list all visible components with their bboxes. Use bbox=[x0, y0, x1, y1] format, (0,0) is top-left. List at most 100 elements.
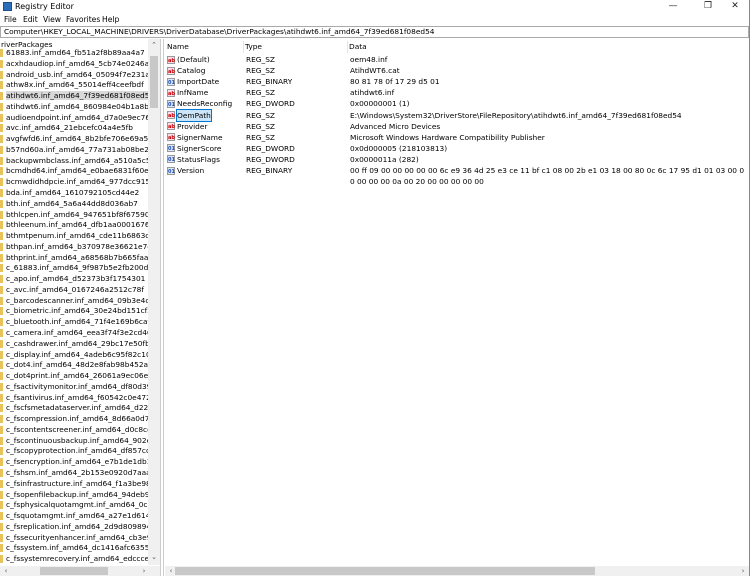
value-row[interactable]: ab SignerName REG_SZ Microsoft Windows Hard… bbox=[164, 132, 750, 143]
tree-item[interactable]: bcmdhd64.inf_amd64_e0bae6831f60ea5f bbox=[0, 166, 148, 177]
value-row[interactable]: ab Catalog REG_SZ AtihdWT6.cat bbox=[164, 65, 750, 76]
value-row[interactable]: ab InfName REG_SZ atihdwt6.inf bbox=[164, 87, 750, 98]
tree-item[interactable]: c_fscopyprotection.inf_amd64_df857cc1c41… bbox=[0, 446, 148, 457]
folder-icon bbox=[0, 285, 3, 294]
tree-item[interactable]: avc.inf_amd64_21ebcefc04a4e5fb bbox=[0, 123, 148, 134]
tree-item[interactable]: atihdwt6.inf_amd64_860984e04b1a8b0f bbox=[0, 102, 148, 113]
tree-item[interactable]: bda.inf_amd64_1610792105cd44e2 bbox=[0, 188, 148, 199]
tree-item[interactable]: c_biometric.inf_amd64_30e24bd151cf211a bbox=[0, 306, 148, 317]
value-row[interactable]: 01 SignerScore REG_DWORD 0x0d000005 (218103… bbox=[164, 143, 750, 154]
tree-item[interactable]: bthprint.inf_amd64_a68568b7b665faa4 bbox=[0, 253, 148, 264]
tree-item[interactable]: c_display.inf_amd64_4adeb6c95f82c100 bbox=[0, 350, 148, 361]
string-value-icon: ab bbox=[167, 111, 175, 119]
scroll-right-icon[interactable]: › bbox=[138, 567, 150, 575]
tree-item[interactable]: bthmtpenum.inf_amd64_cde11b6863c71403 bbox=[0, 231, 148, 242]
tree-item[interactable]: bthleenum.inf_amd64_dfb1aa0001676 4af bbox=[0, 220, 148, 231]
tree-item[interactable]: c_avc.inf_amd64_0167246a2512c78f bbox=[0, 285, 148, 296]
tree-scroll-thumb[interactable] bbox=[150, 56, 158, 108]
tree-item[interactable]: c_fsreplication.inf_amd64_2d9d80989455aa… bbox=[0, 522, 148, 533]
value-data: AtihdWT6.cat bbox=[350, 66, 400, 76]
value-row[interactable]: 01 Version REG_BINARY 00 ff 09 00 00 00 00 … bbox=[164, 165, 750, 186]
tree-item-label: c_fssecurityenhancer.inf_amd64_cb3e97042… bbox=[6, 532, 148, 542]
tree-item[interactable]: athw8x.inf_amd64_55014eff4ceefbdf bbox=[0, 80, 148, 91]
scroll-up-icon[interactable]: ⌃ bbox=[148, 41, 160, 49]
value-data: 0x00000001 (1) bbox=[350, 99, 410, 109]
tree-item[interactable]: acxhdaudiop.inf_amd64_5cb74e0246a01ebc bbox=[0, 59, 148, 70]
tree-item[interactable]: c_fsinfrastructure.inf_amd64_f1a3be981f4… bbox=[0, 479, 148, 490]
tree-item[interactable]: avgfwfd6.inf_amd64_8b2bfe706e69a5f0 bbox=[0, 134, 148, 145]
tree-item[interactable]: c_fsphysicalquotamgmt.inf_amd64_0cb31e75… bbox=[0, 500, 148, 511]
value-name: InfName bbox=[177, 88, 209, 98]
value-data: 0x0d000005 (218103813) bbox=[350, 143, 448, 153]
tree-item[interactable]: c_fscfsmetadataserver.inf_amd64_d228f44f… bbox=[0, 403, 148, 414]
value-row[interactable]: ab (Default) REG_SZ oem48.inf bbox=[164, 54, 750, 65]
tree-item[interactable]: 61883.inf_amd64_fb51a2f8b89aa4a7 bbox=[0, 48, 148, 59]
tree-item[interactable]: backupwmbclass.inf_amd64_a510a5c5281bb8a bbox=[0, 156, 148, 167]
tree-item[interactable]: bcmwdidhdpcie.inf_amd64_977dcc915465b0e bbox=[0, 177, 148, 188]
address-bar[interactable]: Computer\HKEY_LOCAL_MACHINE\DRIVERS\Driv… bbox=[0, 26, 749, 38]
tree-item-label: avgfwfd6.inf_amd64_8b2bfe706e69a5f0 bbox=[6, 134, 148, 144]
tree-item[interactable]: c_barcodescanner.inf_amd64_09b3e4c2f2c4a… bbox=[0, 296, 148, 307]
tree-item[interactable]: audioendpoint.inf_amd64_d7a0e9ec76a7ed59 bbox=[0, 113, 148, 124]
value-row[interactable]: 01 StatusFlags REG_DWORD 0x0000011a (282) bbox=[164, 154, 750, 165]
tree-item[interactable]: bthlcpen.inf_amd64_947651bf8f675908 bbox=[0, 210, 148, 221]
string-value-icon: ab bbox=[167, 55, 175, 64]
tree-vertical-scrollbar[interactable]: ⌃ ⌄ bbox=[148, 39, 160, 565]
menu-help[interactable]: Help bbox=[102, 15, 119, 24]
tree-item[interactable]: c_dot4print.inf_amd64_26061a9ec06eb99c bbox=[0, 371, 148, 382]
column-header-name[interactable]: Name bbox=[167, 41, 244, 53]
folder-icon bbox=[0, 296, 3, 305]
folder-icon bbox=[0, 339, 3, 348]
column-header-data[interactable]: Data bbox=[349, 41, 749, 53]
scroll-down-icon[interactable]: ⌄ bbox=[148, 553, 160, 561]
menu-edit[interactable]: Edit bbox=[23, 15, 38, 24]
tree-item-label: c_dot4print.inf_amd64_26061a9ec06eb99c bbox=[6, 371, 148, 381]
scroll-right-icon[interactable]: › bbox=[737, 567, 749, 575]
tree-item[interactable]: android_usb.inf_amd64_05094f7e231a9498 bbox=[0, 70, 148, 81]
tree-item[interactable]: b57nd60a.inf_amd64_77a731ab08be20a5 bbox=[0, 145, 148, 156]
tree-item[interactable]: c_fsopenfilebackup.inf_amd64_94deb9717ef… bbox=[0, 490, 148, 501]
value-row[interactable]: 01 NeedsReconfig REG_DWORD 0x00000001 (1) bbox=[164, 98, 750, 109]
values-horizontal-scrollbar[interactable]: ‹ › bbox=[165, 566, 750, 576]
minimize-button[interactable]: — bbox=[660, 0, 686, 13]
key-tree: riverPackages 61883.inf_amd64_fb51a2f8b8… bbox=[0, 39, 161, 576]
menu-file[interactable]: File bbox=[4, 15, 17, 24]
value-row[interactable]: 01 ImportDate REG_BINARY 80 81 78 0f 17 29 … bbox=[164, 76, 750, 87]
tree-item[interactable]: c_fsquotamgmt.inf_amd64_a27e1d614828e146 bbox=[0, 511, 148, 522]
close-button[interactable]: ✕ bbox=[722, 0, 748, 13]
tree-item[interactable]: bthpan.inf_amd64_b370978e36621e74 bbox=[0, 242, 148, 253]
tree-item[interactable]: c_fshsm.inf_amd64_2b153e0920d7aaab bbox=[0, 468, 148, 479]
tree-horizontal-scrollbar[interactable]: ‹ › bbox=[0, 566, 160, 576]
tree-item[interactable]: c_61883.inf_amd64_9f987b5e2fb200df bbox=[0, 263, 148, 274]
tree-item[interactable]: c_bluetooth.inf_amd64_71f4e169b6caf244 bbox=[0, 317, 148, 328]
tree-hscroll-thumb[interactable] bbox=[40, 567, 108, 575]
tree-item[interactable]: c_fscompression.inf_amd64_8d66a0d705c8c1… bbox=[0, 414, 148, 425]
tree-item-label: c_fsencryption.inf_amd64_e7b1de1db1ffed5… bbox=[6, 457, 148, 467]
tree-item[interactable]: c_camera.inf_amd64_eea3f74f3e2cd46f bbox=[0, 328, 148, 339]
tree-item[interactable]: c_fsencryption.inf_amd64_e7b1de1db1ffed5… bbox=[0, 457, 148, 468]
value-row[interactable]: ab OemPath REG_SZ E:\Windows\System32\Drive… bbox=[164, 108, 750, 122]
tree-item[interactable]: atihdwt6.inf_amd64_7f39ed681f08ed54 bbox=[0, 91, 148, 102]
maximize-button[interactable]: ❐ bbox=[695, 0, 721, 13]
tree-item[interactable]: c_fsantivirus.inf_amd64_f60542c0e472ee1d bbox=[0, 393, 148, 404]
tree-item[interactable]: c_fssystemrecovery.inf_amd64_edccce56f95… bbox=[0, 554, 148, 565]
tree-item-label: avc.inf_amd64_21ebcefc04a4e5fb bbox=[6, 123, 133, 133]
folder-icon bbox=[0, 253, 3, 262]
tree-item[interactable]: c_fssystem.inf_amd64_dc1416afc6355388 bbox=[0, 543, 148, 554]
menu-favorites[interactable]: Favorites bbox=[66, 15, 100, 24]
tree-item[interactable]: c_fssecurityenhancer.inf_amd64_cb3e97042… bbox=[0, 533, 148, 544]
scroll-left-icon[interactable]: ‹ bbox=[0, 567, 12, 575]
tree-item[interactable]: c_fscontentscreener.inf_amd64_d0c8ce48b5… bbox=[0, 425, 148, 436]
column-header-type[interactable]: Type bbox=[245, 41, 348, 53]
tree-item[interactable]: c_fsactivitymonitor.inf_amd64_df80d3900b… bbox=[0, 382, 148, 393]
tree-item[interactable]: c_dot4.inf_amd64_48d2e8fab98b452a bbox=[0, 360, 148, 371]
tree-item[interactable]: c_cashdrawer.inf_amd64_29bc17e50fb3b836 bbox=[0, 339, 148, 350]
tree-item[interactable]: c_apo.inf_amd64_d52373b3f1754301 bbox=[0, 274, 148, 285]
values-hscroll-thumb[interactable] bbox=[175, 567, 595, 575]
value-data: 80 81 78 0f 17 29 d5 01 bbox=[350, 77, 440, 87]
tree-item[interactable]: c_fscontinuousbackup.inf_amd64_902ebabe7… bbox=[0, 436, 148, 447]
menu-view[interactable]: View bbox=[43, 15, 61, 24]
value-row[interactable]: ab Provider REG_SZ Advanced Micro Devices bbox=[164, 121, 750, 132]
string-value-icon: ab bbox=[167, 88, 175, 97]
tree-item[interactable]: bth.inf_amd64_5a6a44dd8d036ab7 bbox=[0, 199, 148, 210]
